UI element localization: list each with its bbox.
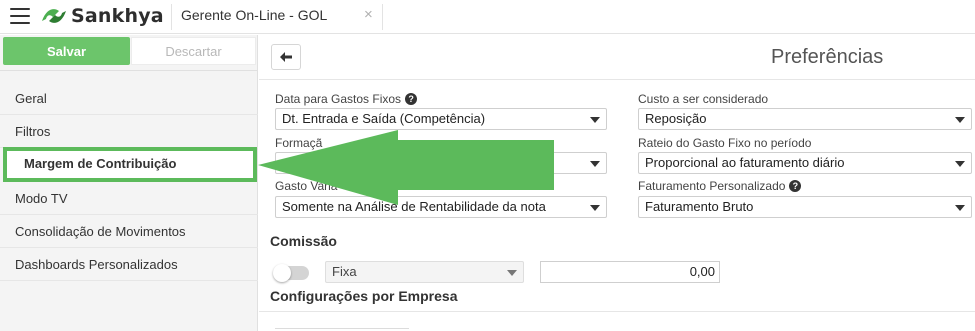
tab-title[interactable]: Gerente On-Line - GOL [181, 7, 327, 23]
chevron-down-icon [955, 117, 965, 123]
hamburger-menu-icon[interactable] [10, 8, 30, 24]
chevron-down-icon [590, 161, 600, 167]
top-bar: Sankhya Gerente On-Line - GOL × [0, 0, 975, 34]
gastos-fixos-label: Data para Gastos Fixos ? [275, 92, 418, 106]
rateio-label-text: Rateio do Gasto Fixo no período [638, 136, 812, 150]
save-button[interactable]: Salvar [3, 37, 130, 65]
chevron-down-icon [590, 117, 600, 123]
comissao-toggle[interactable] [273, 264, 309, 282]
faturamento-select[interactable]: Faturamento Bruto [638, 196, 972, 218]
formacao-select[interactable] [275, 152, 607, 174]
divider [0, 70, 258, 71]
custo-select[interactable]: Reposição [638, 108, 972, 130]
toggle-knob [273, 264, 291, 282]
formacao-label-text: Formaçã [275, 136, 323, 150]
gasto-variavel-label-text: Gasto Varia [275, 179, 338, 193]
comissao-type-select[interactable]: Fixa [325, 261, 524, 283]
preferences-panel: Preferências Data para Gastos Fixos ? Dt… [259, 35, 975, 331]
faturamento-value: Faturamento Bruto [645, 199, 754, 214]
page-title: Preferências [771, 46, 884, 68]
sidebar-item-filtros[interactable]: Filtros [0, 115, 258, 148]
faturamento-label: Faturamento Personalizado ? [638, 179, 802, 193]
configuracoes-por-empresa-title: Configurações por Empresa [270, 288, 458, 304]
comissao-title: Comissão [270, 233, 337, 249]
discard-button[interactable]: Descartar [131, 37, 256, 65]
sidebar-item-geral[interactable]: Geral [0, 82, 258, 115]
back-button[interactable] [271, 44, 301, 70]
brand-name: Sankhya [71, 5, 164, 27]
close-icon[interactable]: × [364, 6, 373, 23]
custo-label: Custo a ser considerado [638, 92, 768, 106]
rateio-value: Proporcional ao faturamento diário [645, 155, 845, 170]
sidebar-item-modo-tv[interactable]: Modo TV [0, 182, 258, 215]
faturamento-label-text: Faturamento Personalizado [638, 179, 786, 193]
gasto-variavel-select[interactable]: Somente na Análise de Rentabilidade da n… [275, 196, 607, 218]
gasto-variavel-value: Somente na Análise de Rentabilidade da n… [282, 199, 546, 214]
chevron-down-icon [590, 205, 600, 211]
help-icon[interactable]: ? [405, 93, 418, 105]
rateio-select[interactable]: Proporcional ao faturamento diário [638, 152, 972, 174]
gasto-variavel-label: Gasto Varia [275, 179, 337, 193]
divider [171, 4, 172, 30]
formacao-label: Formaçã [275, 136, 322, 150]
gastos-fixos-select[interactable]: Dt. Entrada e Saída (Competência) [275, 108, 607, 130]
custo-value: Reposição [645, 111, 707, 126]
arrow-left-icon [280, 52, 292, 62]
rateio-label: Rateio do Gasto Fixo no período [638, 136, 811, 150]
custo-label-text: Custo a ser considerado [638, 92, 769, 106]
chevron-down-icon [955, 205, 965, 211]
chevron-down-icon [955, 161, 965, 167]
chevron-down-icon [507, 270, 517, 276]
gastos-fixos-value: Dt. Entrada e Saída (Competência) [282, 111, 486, 126]
sidebar-item-consolidacao-de-movimentos[interactable]: Consolidação de Movimentos [0, 215, 258, 248]
gastos-fixos-label-text: Data para Gastos Fixos [275, 92, 402, 106]
sankhya-logo[interactable]: Sankhya [40, 4, 164, 28]
sidebar-item-margem-de-contribuicao[interactable]: Margem de Contribuição [3, 147, 257, 182]
divider [259, 311, 975, 312]
divider [259, 79, 975, 80]
sankhya-logo-icon [42, 9, 66, 23]
sidebar-item-dashboards-personalizados[interactable]: Dashboards Personalizados [0, 248, 258, 281]
divider [382, 4, 383, 30]
comissao-type-value: Fixa [332, 264, 357, 279]
sidebar: Salvar Descartar Geral Filtros Margem de… [0, 35, 258, 331]
help-icon[interactable]: ? [789, 180, 802, 192]
comissao-amount-input[interactable]: 0,00 [540, 261, 720, 283]
